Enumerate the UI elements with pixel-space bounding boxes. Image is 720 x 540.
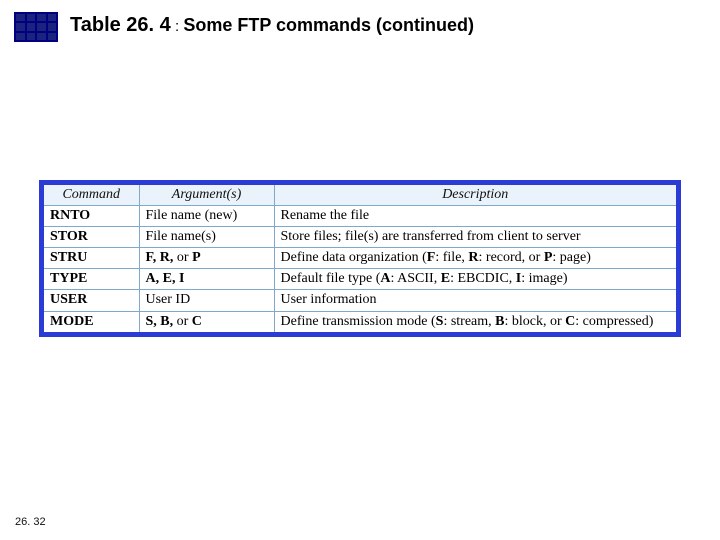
desc-text: : ASCII, — [391, 271, 441, 286]
slide: Table 26. 4 : Some FTP commands (continu… — [0, 0, 720, 540]
col-command: Command — [44, 185, 139, 206]
desc-text: : compressed) — [575, 314, 653, 329]
cell-argument: File name(s) — [139, 227, 274, 248]
cell-description: Default file type (A: ASCII, E: EBCDIC, … — [274, 269, 676, 290]
table-figure: Command Argument(s) Description RNTO Fil… — [39, 180, 681, 337]
table-row: USER User ID User information — [44, 290, 676, 311]
cell-command: STRU — [44, 248, 139, 269]
cell-description: Store files; file(s) are transferred fro… — [274, 227, 676, 248]
desc-key: R — [468, 250, 478, 265]
desc-text: : record, or — [479, 250, 544, 265]
cell-command: STOR — [44, 227, 139, 248]
table-row: TYPE A, E, I Default file type (A: ASCII… — [44, 269, 676, 290]
page-title: Table 26. 4 : Some FTP commands (continu… — [70, 14, 474, 37]
col-description: Description — [274, 185, 676, 206]
title-colon: : — [171, 18, 184, 35]
table-row: STRU F, R, or P Define data organization… — [44, 248, 676, 269]
table-name: Some FTP commands (continued) — [183, 15, 474, 35]
desc-key: A — [380, 271, 390, 286]
desc-text: : EBCDIC, — [450, 271, 516, 286]
arg-code: C — [192, 314, 202, 329]
arg-code: P — [192, 250, 201, 265]
bullet-grid-icon — [14, 12, 58, 42]
desc-text: : block, or — [505, 314, 566, 329]
table-header-row: Command Argument(s) Description — [44, 185, 676, 206]
arg-code: S, B, — [146, 314, 177, 329]
desc-text: : page) — [552, 250, 590, 265]
page-number: 26. 32 — [15, 516, 46, 528]
cell-command: MODE — [44, 311, 139, 332]
col-arguments: Argument(s) — [139, 185, 274, 206]
cell-argument: User ID — [139, 290, 274, 311]
desc-text: Define transmission mode ( — [281, 314, 436, 329]
cell-description: Define data organization (F: file, R: re… — [274, 248, 676, 269]
cell-argument: S, B, or C — [139, 311, 274, 332]
table-number: Table 26. 4 — [70, 14, 171, 36]
table-row: RNTO File name (new) Rename the file — [44, 206, 676, 227]
cell-command: TYPE — [44, 269, 139, 290]
cell-command: RNTO — [44, 206, 139, 227]
table-row: MODE S, B, or C Define transmission mode… — [44, 311, 676, 332]
cell-description: Rename the file — [274, 206, 676, 227]
cell-argument: File name (new) — [139, 206, 274, 227]
desc-text: : image) — [521, 271, 567, 286]
cell-argument: F, R, or P — [139, 248, 274, 269]
arg-code: A, E, I — [146, 271, 185, 286]
desc-text: Define data organization ( — [281, 250, 427, 265]
desc-key: C — [565, 314, 575, 329]
desc-key: E — [441, 271, 450, 286]
cell-command: USER — [44, 290, 139, 311]
arg-text: or — [177, 314, 192, 329]
cell-argument: A, E, I — [139, 269, 274, 290]
arg-text: or — [177, 250, 192, 265]
desc-text: Default file type ( — [281, 271, 381, 286]
desc-key: B — [495, 314, 504, 329]
cell-description: User information — [274, 290, 676, 311]
desc-text: : stream, — [443, 314, 495, 329]
cell-description: Define transmission mode (S: stream, B: … — [274, 311, 676, 332]
desc-text: : file, — [435, 250, 468, 265]
table-row: STOR File name(s) Store files; file(s) a… — [44, 227, 676, 248]
ftp-commands-table: Command Argument(s) Description RNTO Fil… — [44, 185, 676, 332]
arg-code: F, R, — [146, 250, 177, 265]
